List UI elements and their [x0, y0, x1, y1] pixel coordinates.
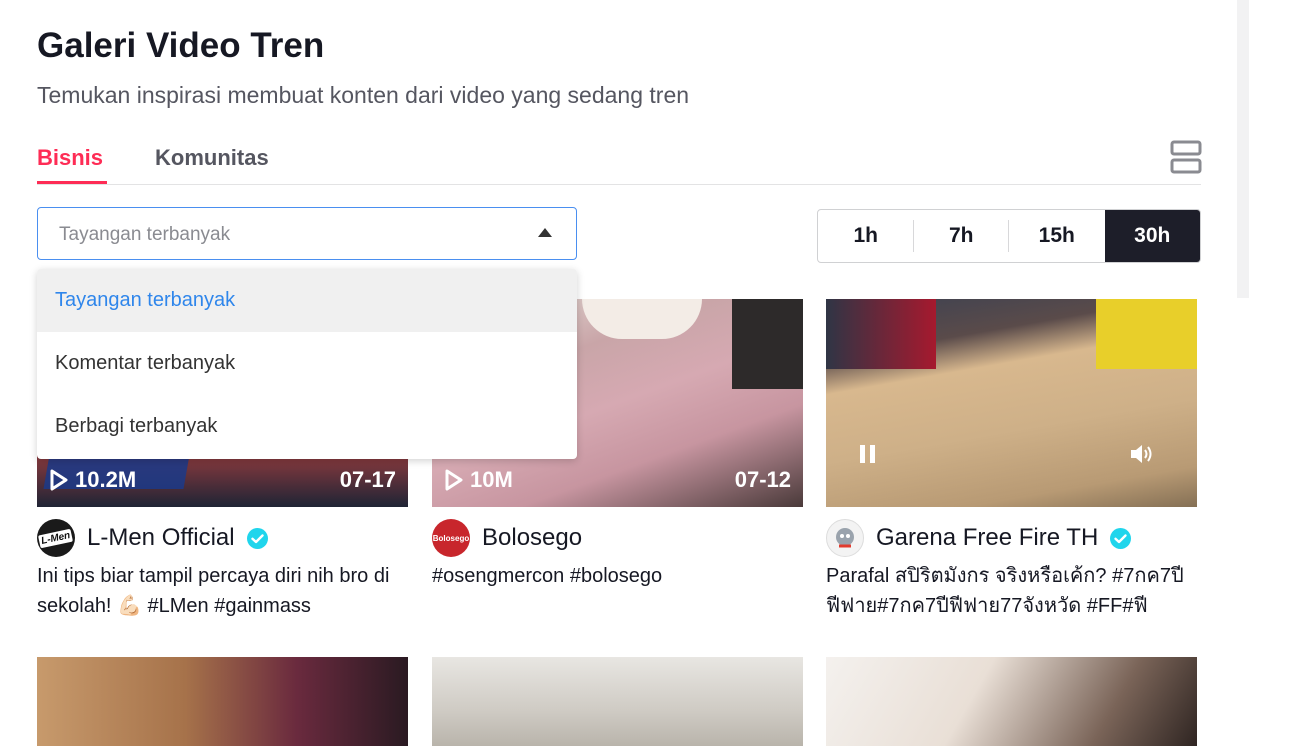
avatar[interactable] — [826, 519, 864, 557]
mascot-logo-icon — [836, 528, 854, 548]
avatar-logo-text: L-Men — [38, 528, 74, 548]
tab-komunitas[interactable]: Komunitas — [155, 145, 269, 171]
video-player[interactable] — [826, 299, 1197, 507]
author-name[interactable]: Garena Free Fire TH — [876, 524, 1098, 552]
caret-up-icon — [538, 228, 552, 237]
post-date: 07-12 — [734, 467, 791, 492]
range-30h-button[interactable]: 30h — [1104, 210, 1200, 262]
avatar[interactable]: Bolosego — [432, 519, 470, 557]
sort-select[interactable]: Tayangan terbanyak — [37, 207, 577, 260]
author-name[interactable]: Bolosego — [482, 524, 582, 552]
range-7h-button[interactable]: 7h — [914, 210, 1010, 262]
thumbnail-decoration — [1096, 299, 1197, 369]
post-date: 07-17 — [339, 467, 396, 492]
view-count-label: 10.2M — [75, 467, 137, 492]
page-title: Galeri Video Tren — [37, 26, 325, 65]
video-thumbnail[interactable] — [826, 657, 1197, 746]
avatar-logo-text: Bolosego — [432, 533, 470, 543]
sort-option-comments[interactable]: Komentar terbanyak — [37, 332, 577, 395]
verified-badge-icon — [1110, 527, 1132, 549]
page-subtitle: Temukan inspirasi membuat konten dari vi… — [37, 82, 690, 108]
video-caption: Parafal สปิริตมังกร จริงหรือเค้ก? #7กค7ป… — [826, 565, 1184, 617]
view-count-label: 10M — [470, 467, 513, 492]
sort-dropdown-menu: Tayangan terbanyak Komentar terbanyak Be… — [37, 269, 577, 459]
play-icon — [50, 469, 68, 491]
time-range-selector: 1h 7h 15h 30h — [817, 209, 1201, 263]
video-caption: Ini tips biar tampil percaya diri nih br… — [37, 565, 390, 617]
tab-bisnis[interactable]: Bisnis — [37, 145, 103, 171]
thumbnail-decoration — [582, 299, 702, 339]
video-thumbnail[interactable] — [432, 657, 803, 746]
sort-select-value: Tayangan terbanyak — [59, 224, 231, 245]
pause-icon[interactable] — [858, 444, 878, 469]
scrollbar-track[interactable] — [1237, 0, 1249, 298]
tab-bar: Bisnis Komunitas — [37, 140, 1202, 185]
volume-icon[interactable] — [1129, 443, 1155, 470]
play-icon — [445, 469, 463, 491]
author-row: Garena Free Fire TH — [826, 519, 1132, 557]
thumbnail-decoration — [732, 299, 803, 389]
view-count: 10M — [444, 467, 513, 493]
video-caption: #osengmercon #bolosego — [432, 565, 663, 587]
list-layout-icon[interactable] — [1170, 140, 1202, 174]
verified-badge-icon — [246, 527, 268, 549]
range-15h-button[interactable]: 15h — [1009, 210, 1105, 262]
sort-option-views[interactable]: Tayangan terbanyak — [37, 269, 577, 332]
sort-option-shares[interactable]: Berbagi terbanyak — [37, 395, 577, 458]
video-thumbnail[interactable] — [37, 657, 408, 746]
author-row: L-Men L-Men Official — [37, 519, 268, 557]
thumbnail-decoration — [826, 299, 936, 369]
range-1h-button[interactable]: 1h — [818, 210, 914, 262]
author-row: Bolosego Bolosego — [432, 519, 582, 557]
view-count: 10.2M — [49, 467, 136, 493]
active-tab-indicator — [37, 181, 107, 184]
author-name[interactable]: L-Men Official — [87, 524, 235, 552]
avatar[interactable]: L-Men — [37, 519, 75, 557]
